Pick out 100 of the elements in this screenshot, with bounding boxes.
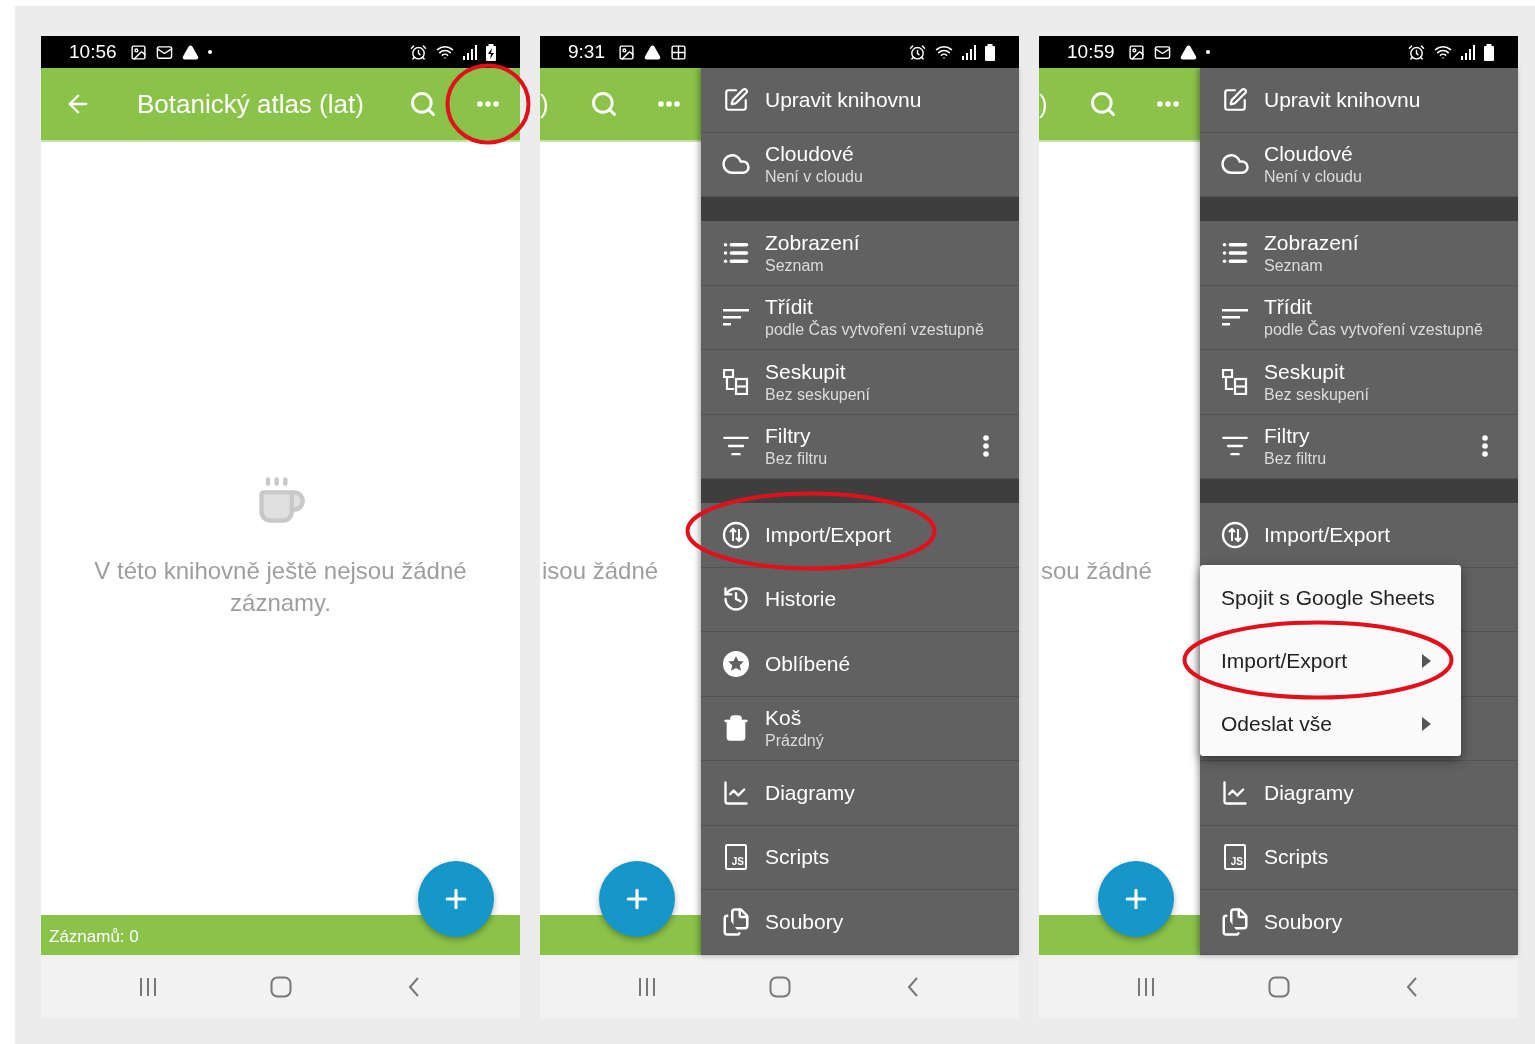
files-icon <box>1220 906 1250 937</box>
home-icon[interactable] <box>768 975 791 998</box>
item-label: Import/Export <box>765 522 893 547</box>
vertical-dots-icon <box>1482 435 1488 458</box>
drawer-item[interactable]: Import/Export <box>701 503 1019 568</box>
popup-menu-item[interactable]: Spojit s Google Sheets <box>1200 566 1461 629</box>
wifi-icon <box>436 43 454 61</box>
hierarchy-icon <box>1222 368 1248 395</box>
wifi-icon <box>1434 43 1452 61</box>
status-time: 9:31 <box>568 41 605 63</box>
home-icon[interactable] <box>269 975 292 998</box>
drawer-item[interactable]: Třídit podle Čas vytvoření vzestupně <box>701 285 1019 350</box>
search-icon <box>409 90 437 118</box>
popup-menu-item[interactable]: Odeslat vše <box>1200 692 1461 755</box>
drawer-item[interactable]: Třídit podle Čas vytvoření vzestupně <box>1200 285 1518 350</box>
search-icon <box>590 90 618 118</box>
recent-apps-icon[interactable] <box>1135 976 1156 997</box>
add-button[interactable] <box>599 861 675 937</box>
dot-icon <box>1205 50 1210 54</box>
home-icon[interactable] <box>1267 975 1290 998</box>
item-sublabel: Seznam <box>765 256 825 275</box>
drawer-item[interactable]: Historie <box>701 567 1019 632</box>
item-label: Historie <box>765 587 838 612</box>
files-icon <box>721 906 751 937</box>
add-button[interactable] <box>1098 861 1174 937</box>
drawer-item[interactable]: Koš Prázdný <box>701 696 1019 761</box>
warning-icon <box>644 43 661 61</box>
drawer-item[interactable]: Zobrazení Seznam <box>701 221 1019 286</box>
sort-icon <box>1222 308 1248 327</box>
item-label: Koš <box>765 706 803 731</box>
signal-icon <box>962 44 976 60</box>
recent-apps-icon[interactable] <box>137 976 158 997</box>
item-label: Soubory <box>765 909 845 934</box>
item-label: Seskupit <box>765 359 847 384</box>
line-chart-icon <box>722 778 750 807</box>
item-sublabel: podle Čas vytvoření vzestupně <box>1264 321 1484 340</box>
drawer-item[interactable]: Soubory <box>1200 890 1518 955</box>
back-icon[interactable] <box>406 975 421 998</box>
vertical-dots-icon <box>983 435 989 458</box>
warning-icon <box>181 43 199 61</box>
circular-arrows-icon <box>1221 520 1249 549</box>
item-label: Upravit knihovnu <box>765 87 923 112</box>
item-label: Třídit <box>765 295 814 320</box>
drawer-item[interactable]: JS Scripts <box>701 825 1019 890</box>
mail-icon <box>155 43 173 61</box>
item-label: Seskupit <box>1264 359 1346 384</box>
drawer-item[interactable]: Seskupit Bez seskupení <box>1200 350 1518 415</box>
add-button[interactable] <box>418 861 494 937</box>
drawer-item[interactable]: Upravit knihovnu <box>1200 68 1518 133</box>
history-icon <box>722 585 750 614</box>
script-icon: JS <box>1224 844 1246 871</box>
item-sublabel: Není v cloudu <box>765 168 864 187</box>
status-time: 10:56 <box>69 41 117 63</box>
record-count: Záznamů: 0 <box>49 926 139 947</box>
item-label: Import/Export <box>1221 648 1349 673</box>
item-label: Filtry <box>765 424 812 449</box>
alarm-icon <box>1408 43 1425 61</box>
drawer-item[interactable]: Diagramy <box>701 761 1019 826</box>
trash-icon <box>722 714 750 743</box>
item-sublabel: Není v cloudu <box>1264 168 1363 187</box>
item-sublabel: Bez filtru <box>765 450 829 469</box>
item-label: Cloudové <box>1264 142 1354 167</box>
horizontal-dots-icon <box>658 101 680 107</box>
item-label: Spojit s Google Sheets <box>1221 585 1435 610</box>
search-icon <box>1089 90 1117 118</box>
circular-arrows-icon <box>722 520 750 549</box>
item-sublabel: Bez seskupení <box>1264 385 1370 404</box>
item-label: Zobrazení <box>1264 230 1360 255</box>
drawer-item[interactable]: JS Scripts <box>1200 825 1518 890</box>
grid-icon <box>670 43 687 61</box>
edit-icon <box>723 86 749 113</box>
warning-icon <box>1179 43 1197 61</box>
item-label: Upravit knihovnu <box>1264 87 1422 112</box>
drawer-item[interactable]: Oblíbené <box>701 632 1019 697</box>
app-title: Botanický atlas (lat) <box>137 88 365 120</box>
empty-message: V této knihovně ještě nejsou žádné záznamy. <box>93 556 468 618</box>
item-sublabel: Seznam <box>1264 256 1324 275</box>
drawer-item[interactable]: Seskupit Bez seskupení <box>701 350 1019 415</box>
drawer-item[interactable]: Upravit knihovnu <box>701 68 1019 133</box>
item-label: Oblíbené <box>765 651 852 676</box>
popup-menu-item[interactable]: Import/Export <box>1200 629 1461 692</box>
empty-message: isou žádné <box>542 556 659 586</box>
app-title: ) <box>540 88 550 120</box>
back-icon[interactable] <box>1404 975 1419 998</box>
item-label: Odeslat vše <box>1221 711 1333 736</box>
edit-icon <box>1222 86 1248 113</box>
drawer-item[interactable]: Zobrazení Seznam <box>1200 221 1518 286</box>
image-icon <box>1127 43 1145 61</box>
item-label: Soubory <box>1264 909 1344 934</box>
drawer-item[interactable]: Diagramy <box>1200 761 1518 826</box>
horizontal-dots-icon <box>1157 101 1179 107</box>
back-icon[interactable] <box>905 975 920 998</box>
recent-apps-icon[interactable] <box>636 976 657 997</box>
item-label: Diagramy <box>765 780 856 805</box>
item-label: Zobrazení <box>765 230 861 255</box>
item-label: Import/Export <box>1264 522 1392 547</box>
item-label: Scripts <box>765 845 831 870</box>
drawer-item[interactable]: Soubory <box>701 890 1019 955</box>
item-label: Třídit <box>1264 295 1313 320</box>
item-label: Diagramy <box>1264 780 1355 805</box>
